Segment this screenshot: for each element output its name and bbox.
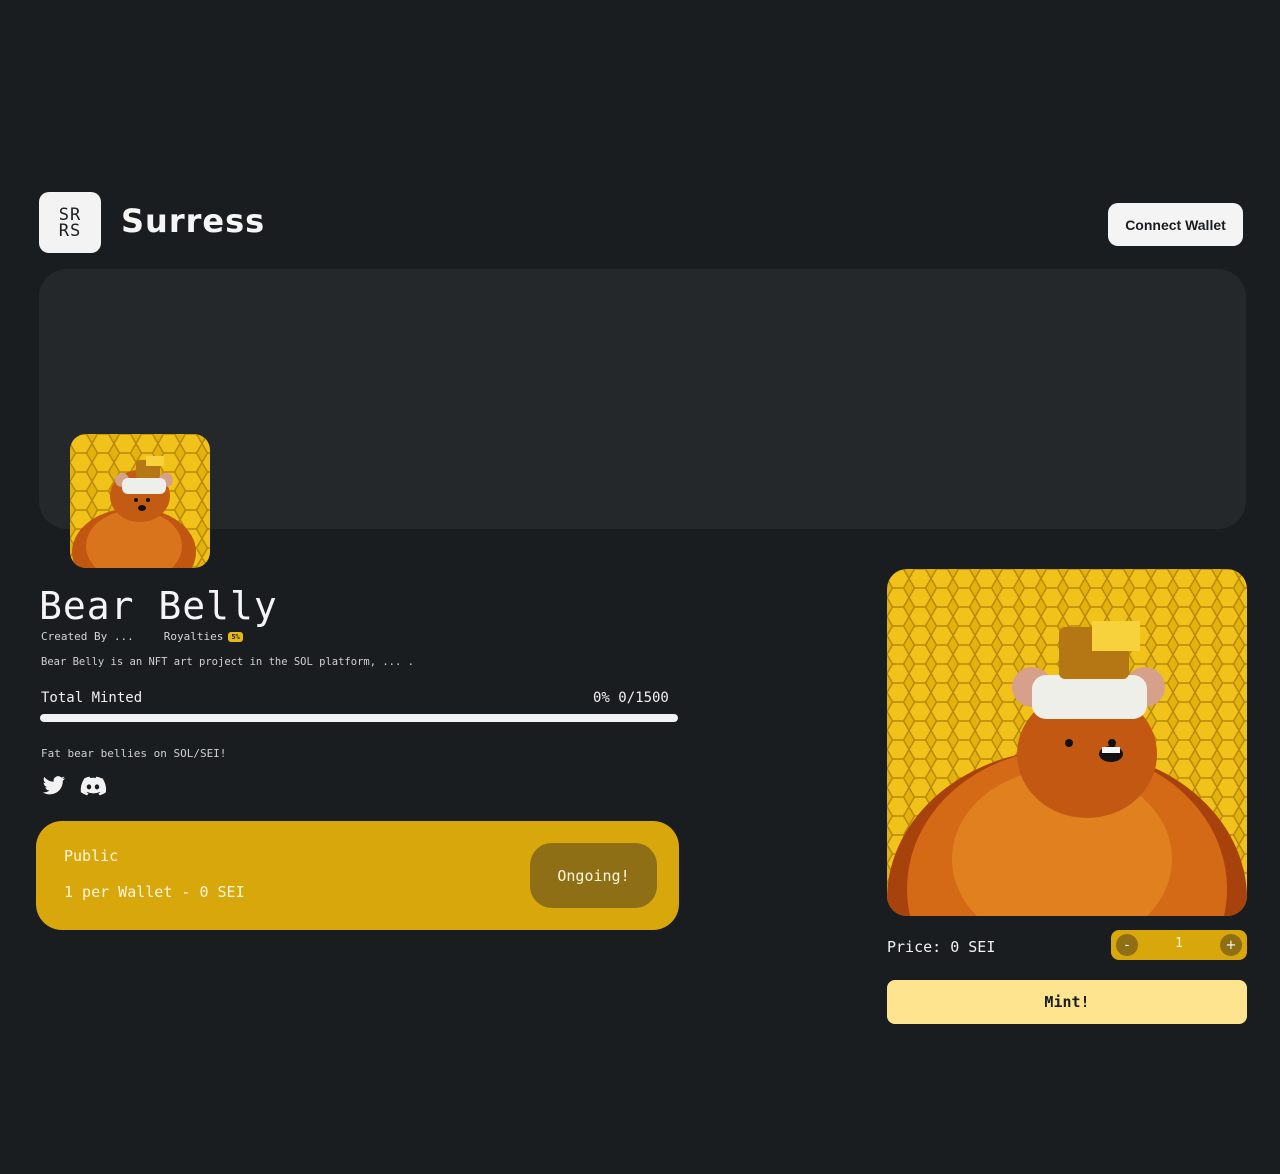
social-links — [42, 776, 106, 796]
phase-name: Public — [64, 847, 119, 865]
mint-phase-card: Public 1 per Wallet - 0 SEI Ongoing! — [36, 821, 679, 930]
brand-name[interactable]: Surress — [121, 202, 265, 240]
quantity-increase-button[interactable]: + — [1220, 934, 1242, 956]
created-by: Created By ... — [41, 630, 134, 643]
royalties-label: Royalties — [163, 630, 224, 643]
bear-avatar-image — [70, 434, 210, 568]
collection-banner — [39, 269, 1246, 529]
nft-preview — [887, 569, 1247, 916]
logo-line-2: RS — [58, 220, 82, 241]
collection-title: Bear Belly — [39, 584, 278, 628]
mint-progress-bar — [40, 714, 678, 722]
phase-status-button[interactable]: Ongoing! — [530, 843, 657, 908]
bear-preview-image — [887, 569, 1247, 916]
collection-meta: Created By ... Royalties 5% — [41, 630, 243, 643]
connect-wallet-button[interactable]: Connect Wallet — [1108, 203, 1243, 246]
twitter-icon[interactable] — [42, 776, 66, 796]
collection-tagline: Fat bear bellies on SOL/SEI! — [41, 747, 227, 760]
royalties: Royalties 5% — [164, 630, 243, 643]
royalties-badge: 5% — [228, 631, 243, 642]
mint-button[interactable]: Mint! — [887, 980, 1247, 1024]
logo[interactable]: SR RS — [39, 192, 101, 253]
header: SR RS Surress Connect Wallet — [39, 192, 1245, 254]
discord-icon[interactable] — [80, 776, 106, 796]
phase-info: 1 per Wallet - 0 SEI — [64, 883, 245, 901]
collection-description: Bear Belly is an NFT art project in the … — [41, 656, 414, 668]
total-minted-label: Total Minted — [41, 690, 143, 706]
collection-avatar — [70, 434, 210, 568]
total-minted-count: 0% 0/1500 — [593, 690, 669, 706]
quantity-stepper: - 1 + — [1111, 930, 1247, 960]
mint-price: Price: 0 SEI — [887, 938, 996, 956]
